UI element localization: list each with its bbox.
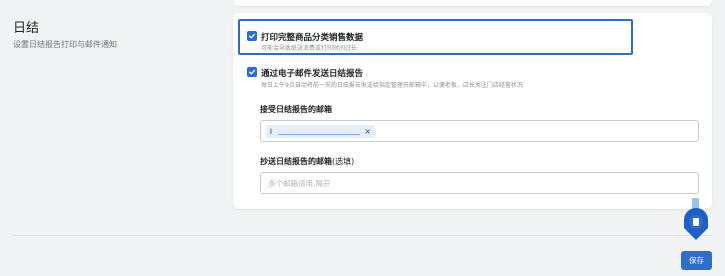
cc-email-label: 抄送日结报告的邮箱(选填) (260, 156, 354, 167)
cc-email-optional: (选填) (332, 157, 355, 166)
email-report-checkbox[interactable] (247, 67, 257, 77)
cc-email-label-text: 抄送日结报告的邮箱 (260, 157, 332, 166)
close-icon[interactable]: × (364, 127, 371, 136)
email-report-help: 每日上午9点自动将前一天的日结报告发送给指定管理员邮箱中，以便老板、店长关注门店… (261, 82, 523, 89)
section-description: 设置日结报告打印与邮件通知 (13, 40, 117, 49)
print-full-data-label[interactable]: 打印完整商品分类销售数据 (261, 31, 363, 43)
cc-email-placeholder: 多个邮箱请用,隔开 (268, 179, 331, 188)
section-title: 日结 (13, 21, 40, 36)
chat-icon (684, 198, 708, 240)
email-report-label[interactable]: 通过电子邮件发送日结报告 (261, 67, 363, 79)
print-full-data-checkbox[interactable] (247, 31, 257, 41)
footer-divider (13, 235, 712, 236)
email-tag-redacted (278, 134, 360, 135)
cc-email-input[interactable]: 多个邮箱请用,隔开 (260, 172, 699, 194)
print-full-data-help: 可能会导致纸张浪费或打印时间过长 (261, 45, 358, 52)
help-chat-widget[interactable] (681, 198, 711, 246)
receive-email-input[interactable]: l × (260, 120, 699, 142)
checkmark-icon (248, 69, 256, 75)
previous-card-edge (233, 0, 712, 6)
email-tag: l × (266, 125, 375, 138)
receive-email-label: 接受日结报告的邮箱 (260, 105, 332, 114)
checkmark-icon (248, 33, 256, 39)
email-tag-text: l (270, 127, 272, 136)
save-button[interactable]: 保存 (681, 251, 712, 270)
